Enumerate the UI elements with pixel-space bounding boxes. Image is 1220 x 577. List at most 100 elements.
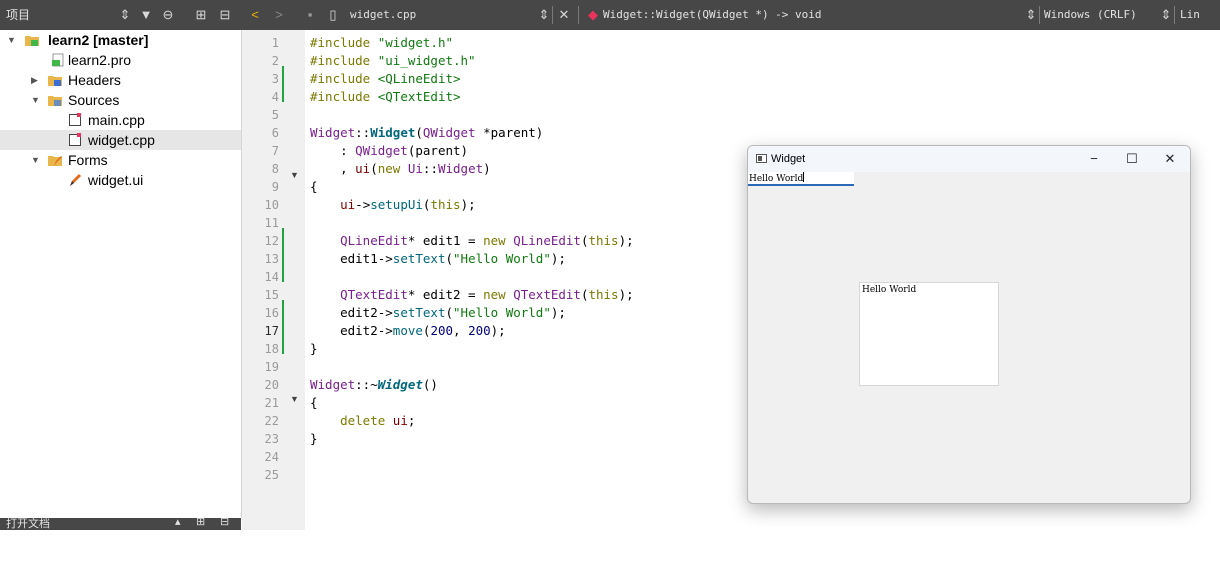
filter-icon[interactable]: ▼ <box>139 0 153 30</box>
tree-item-main-cpp[interactable]: main.cpp <box>0 110 241 130</box>
line-number: 23 <box>264 432 279 446</box>
line-number: 2 <box>271 54 279 68</box>
tree-label: learn2.pro <box>68 52 132 68</box>
code-line: , ui(new Ui::Widget) <box>310 161 491 176</box>
sort-select-icon[interactable]: ⇕ <box>118 0 132 30</box>
tree-item-sources[interactable]: ▼ Sources <box>0 90 241 110</box>
line-number: 5 <box>271 108 279 122</box>
headers-folder-icon <box>48 76 62 86</box>
code-line: QTextEdit* edit2 = new QTextEdit(this); <box>340 287 634 302</box>
maximize-button[interactable]: ☐ <box>1114 146 1150 172</box>
tree-label: main.cpp <box>88 112 145 128</box>
toolbar-divider <box>1174 6 1175 24</box>
split-icon[interactable]: ⊞ <box>194 0 208 30</box>
tree-label: Headers <box>68 72 121 88</box>
position-select-icon[interactable]: ⇕ <box>1160 0 1172 30</box>
text-edit[interactable]: Hello World <box>859 282 999 386</box>
file-icon: ▯ <box>329 7 337 22</box>
line-number-gutter: ▼ ▼ 1 2 3 4 5 6 7 8 9 10 11 12 13 14 15 16 17 18 19 20 21 22 2… <box>242 30 305 530</box>
expand-arrow-icon[interactable]: ▼ <box>31 150 40 170</box>
line-number: 14 <box>264 270 279 284</box>
file-select-icon[interactable]: ⇕ <box>538 0 550 30</box>
line-ending-selector[interactable]: Windows (CRLF) <box>1044 0 1137 30</box>
fold-arrow-icon[interactable]: ▼ <box>290 166 300 184</box>
fold-arrow-icon[interactable]: ▼ <box>290 390 300 408</box>
tree-label: widget.ui <box>88 172 144 188</box>
code-line: : QWidget(parent) <box>310 143 469 158</box>
line-number: 17 <box>264 324 279 338</box>
app-window[interactable]: Widget − ☐ ✕ Hello World Hello World <box>747 145 1191 504</box>
line-edit[interactable]: Hello World <box>748 172 854 186</box>
code-line: edit2->move(200, 200); <box>310 323 506 338</box>
close-file-icon[interactable]: ✕ <box>557 0 571 30</box>
tree-item-forms[interactable]: ▼ Forms <box>0 150 241 170</box>
line-number: 4 <box>271 90 279 104</box>
line-number: 6 <box>271 126 279 140</box>
project-tree: ▼ learn2 [master] learn2.pro ▶ Headers ▼… <box>0 30 242 518</box>
code-line: #include <QTextEdit> <box>310 89 461 104</box>
line-number: 11 <box>264 216 279 230</box>
tree-label: learn2 [master] <box>48 32 149 48</box>
code-line: Widget::Widget(QWidget *parent) <box>310 125 544 140</box>
forward-icon[interactable]: > <box>272 0 286 30</box>
code-line: edit2->setText("Hello World"); <box>310 305 566 320</box>
close-panel-icon[interactable]: ⊟ <box>220 518 229 528</box>
line-number: 10 <box>264 198 279 212</box>
line-number: 21 <box>264 396 279 410</box>
link-icon[interactable]: ⊖ <box>160 0 176 30</box>
code-line: { <box>310 179 318 194</box>
close-button[interactable]: ✕ <box>1152 146 1188 172</box>
code-line: #include <QLineEdit> <box>310 71 461 86</box>
line-number: 12 <box>264 234 279 248</box>
tree-item-headers[interactable]: ▶ Headers <box>0 70 241 90</box>
text-edit-text: Hello World <box>862 285 917 295</box>
expand-arrow-icon[interactable]: ▼ <box>7 30 16 50</box>
expand-arrow-icon[interactable]: ▼ <box>31 90 40 110</box>
toolbar-divider <box>578 6 579 24</box>
tree-label: Forms <box>68 152 108 168</box>
line-number: 1 <box>271 36 279 50</box>
line-number: 16 <box>264 306 279 320</box>
line-number: 22 <box>264 414 279 428</box>
sources-folder-icon <box>48 96 62 106</box>
minimize-button[interactable]: − <box>1076 146 1112 172</box>
line-ending-select-icon[interactable]: ⇕ <box>1025 0 1037 30</box>
pro-file-icon <box>52 53 64 67</box>
collapse-arrow-icon[interactable]: ▶ <box>31 70 38 90</box>
line-number: 15 <box>264 288 279 302</box>
change-marker <box>282 228 284 282</box>
line-number: 9 <box>271 180 279 194</box>
tree-label: Sources <box>68 92 120 108</box>
change-marker <box>282 66 284 102</box>
line-number: 20 <box>264 378 279 392</box>
line-edit-text: Hello World <box>749 174 804 184</box>
tree-label: widget.cpp <box>88 132 155 148</box>
window-titlebar[interactable]: Widget − ☐ ✕ <box>748 146 1190 172</box>
editor-toolbar: 项目 ⇕ ▼ ⊖ ⊞ ⊟ < > ▪ ▯ widget.cpp ⇕ ✕ ◆ Wi… <box>0 0 1220 30</box>
page-background <box>0 530 1220 577</box>
back-icon[interactable]: < <box>248 0 262 30</box>
split-icon[interactable]: ⊞ <box>196 518 205 528</box>
open-documents-label: 打开文档 <box>6 518 50 530</box>
tree-item-widget-cpp[interactable]: widget.cpp <box>0 130 241 150</box>
cpp-file-icon <box>69 113 81 126</box>
cpp-file-icon <box>69 133 81 146</box>
window-icon <box>756 154 767 163</box>
tree-item-pro-file[interactable]: learn2.pro <box>0 50 241 70</box>
code-line: Widget::~Widget() <box>310 377 438 392</box>
tree-item-project[interactable]: ▼ learn2 [master] <box>0 30 241 50</box>
window-title: Widget <box>771 153 806 165</box>
sort-icon[interactable]: ▴ <box>175 518 181 528</box>
symbol-selector[interactable]: Widget::Widget(QWidget *) -> void <box>603 0 822 30</box>
code-line: } <box>310 431 318 446</box>
code-line: } <box>310 341 318 356</box>
line-number: 19 <box>264 360 279 374</box>
tree-item-widget-ui[interactable]: widget.ui <box>0 170 241 190</box>
line-number: 18 <box>264 342 279 356</box>
line-position-label[interactable]: Lin <box>1180 0 1200 30</box>
code-line: QLineEdit* edit1 = new QLineEdit(this); <box>340 233 634 248</box>
open-file-name[interactable]: widget.cpp <box>350 0 416 30</box>
code-line: #include "widget.h" <box>310 35 454 50</box>
close-panel-icon[interactable]: ⊟ <box>218 0 232 30</box>
code-line: { <box>310 395 318 410</box>
